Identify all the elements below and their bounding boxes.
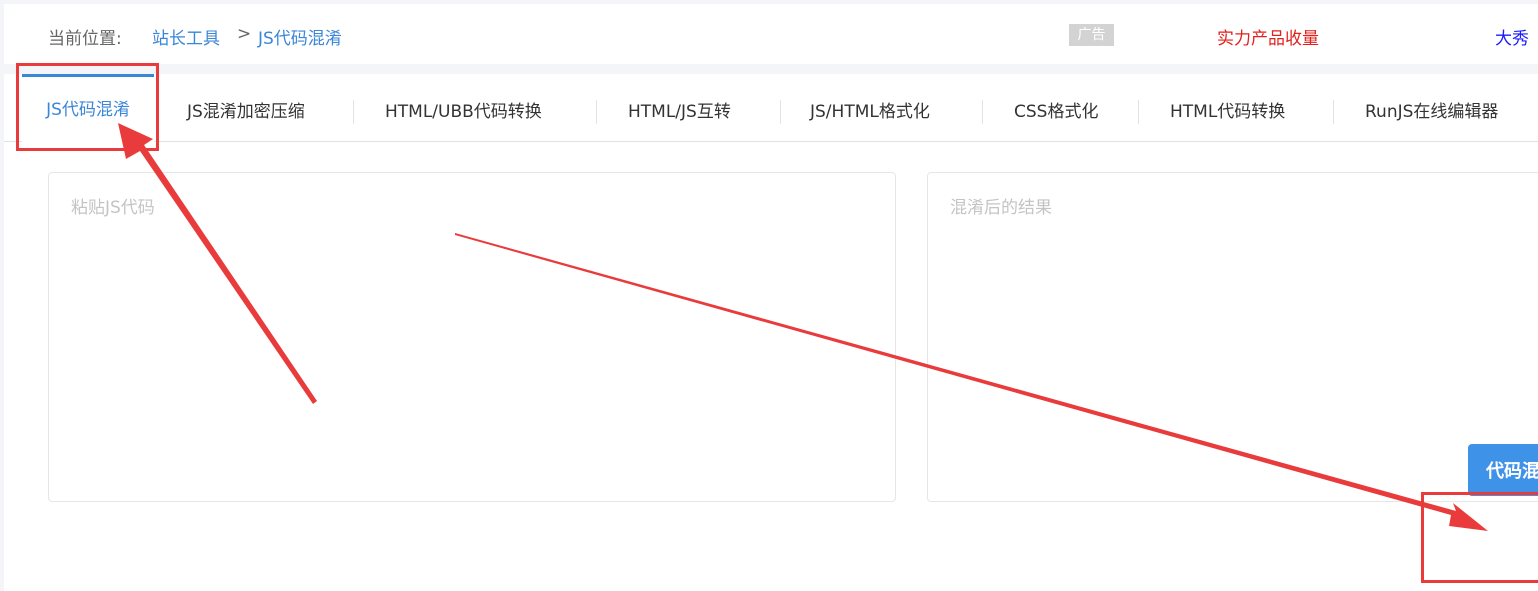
annotation-arrow-to-button bbox=[455, 233, 1488, 531]
page: 当前位置: 站长工具 > JS代码混淆 广告 实力产品收量 大秀 JS代码混淆 … bbox=[0, 0, 1538, 591]
annotation-arrows bbox=[118, 123, 1488, 531]
annotation-arrow-to-tab bbox=[118, 123, 317, 404]
